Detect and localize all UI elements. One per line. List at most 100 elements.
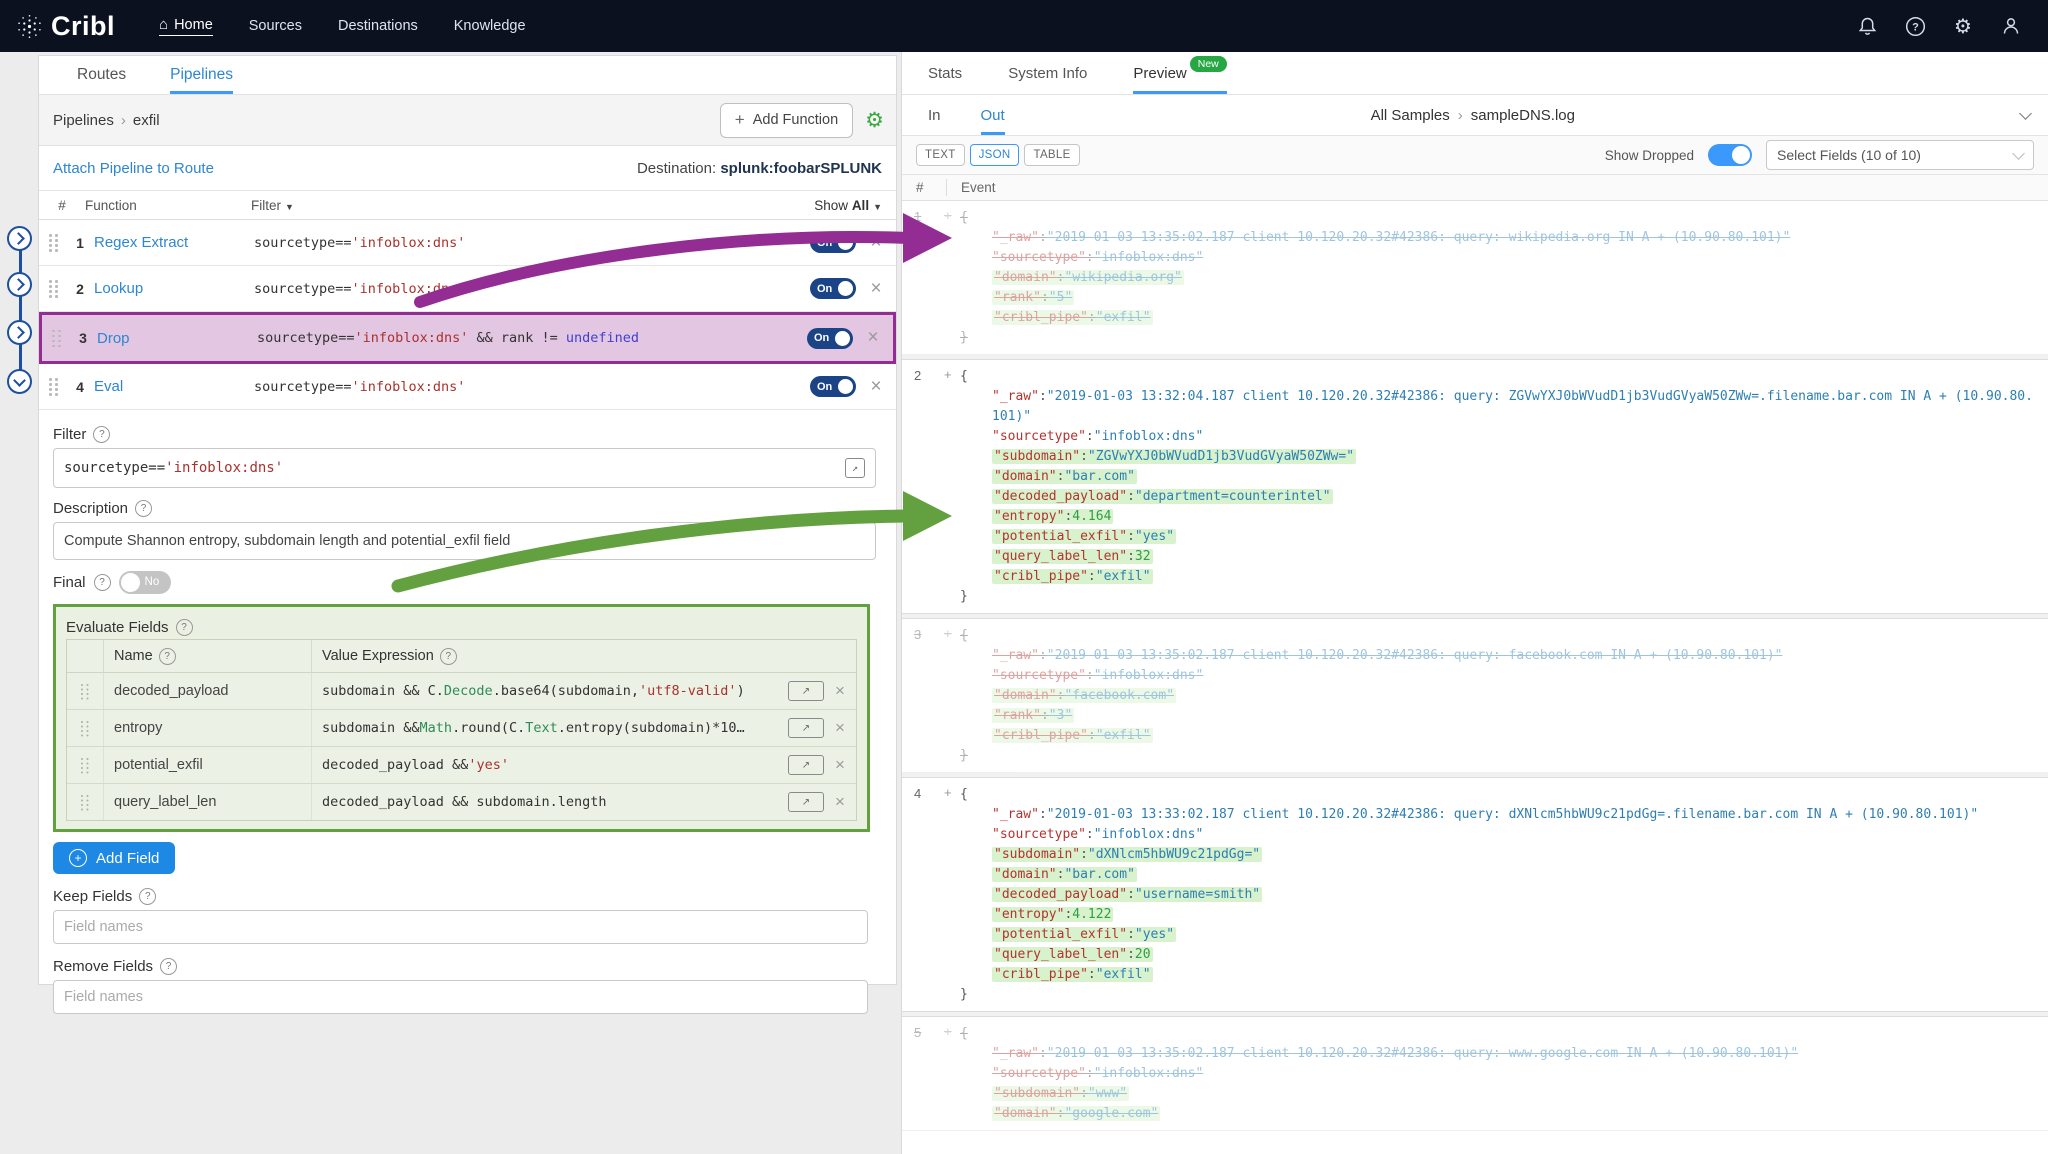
field-key: "cribl_pipe" <box>994 728 1088 743</box>
nav-item-sources[interactable]: Sources <box>249 18 302 34</box>
expand-editor-icon[interactable]: ↗ <box>788 681 824 701</box>
field-key: "query_label_len" <box>994 549 1127 564</box>
tab-in[interactable]: In <box>928 95 941 135</box>
help-circle-icon[interactable]: ? <box>440 648 457 665</box>
filter-column-header[interactable]: Filter▼ <box>251 198 814 213</box>
field-value-expression[interactable]: subdomain && C.Decode.base64(subdomain, … <box>311 673 788 709</box>
drag-handle-icon[interactable] <box>81 684 90 699</box>
show-all-dropdown[interactable]: Show All▼ <box>814 198 882 213</box>
remove-function-icon[interactable]: × <box>853 327 893 349</box>
expand-editor-icon[interactable]: ↗ <box>788 718 824 738</box>
tab-stats[interactable]: Stats <box>928 52 962 94</box>
event-row[interactable]: 5+{"_raw":"2019-01-03 13:35:02.187 clien… <box>902 1017 2048 1131</box>
function-collapse-chevron-2[interactable] <box>7 272 32 297</box>
event-row[interactable]: 1+{"_raw":"2019-01-03 13:35:02.187 clien… <box>902 201 2048 355</box>
notifications-bell-icon[interactable] <box>1856 15 1878 37</box>
remove-field-icon[interactable]: × <box>824 755 856 775</box>
add-function-button[interactable]: + Add Function <box>720 103 853 138</box>
remove-function-icon[interactable]: × <box>856 278 896 300</box>
remove-function-icon[interactable]: × <box>856 376 896 398</box>
nav-item-destinations[interactable]: Destinations <box>338 18 418 34</box>
drag-handle-icon[interactable] <box>52 330 63 347</box>
help-icon[interactable]: ? <box>1904 15 1926 37</box>
event-row[interactable]: 3+{"_raw":"2019-01-03 13:35:02.187 clien… <box>902 619 2048 773</box>
description-input[interactable]: Compute Shannon entropy, subdomain lengt… <box>53 522 876 560</box>
drag-handle-icon[interactable] <box>81 758 90 773</box>
help-circle-icon[interactable]: ? <box>139 888 156 905</box>
pipeline-settings-gear-icon[interactable]: ⚙ <box>865 108 884 132</box>
expand-editor-icon[interactable]: ↗ <box>788 792 824 812</box>
function-collapse-chevron-3[interactable] <box>7 320 32 345</box>
drag-handle-icon[interactable] <box>81 795 90 810</box>
function-name-link[interactable]: Lookup <box>94 280 254 297</box>
remove-field-icon[interactable]: × <box>824 792 856 812</box>
add-field-button[interactable]: + Add Field <box>53 842 175 874</box>
function-name-link[interactable]: Drop <box>97 330 257 347</box>
help-circle-icon[interactable]: ? <box>159 648 176 665</box>
function-expand-chevron-4[interactable] <box>7 369 32 394</box>
drag-handle-icon[interactable] <box>81 721 90 736</box>
nav-item-home[interactable]: ⌂ Home <box>159 17 213 36</box>
field-value-expression[interactable]: subdomain && Math.round(C.Text.entropy(s… <box>311 710 788 746</box>
expand-event-icon[interactable]: + <box>944 785 952 800</box>
show-dropped-toggle[interactable] <box>1708 144 1752 166</box>
attach-pipeline-link[interactable]: Attach Pipeline to Route <box>53 160 214 177</box>
event-row[interactable]: 2+{"_raw":"2019-01-03 13:32:04.187 clien… <box>902 360 2048 614</box>
field-name: decoded_payload <box>103 673 311 709</box>
expand-editor-icon[interactable]: ↗ <box>788 755 824 775</box>
field-value-expression[interactable]: decoded_payload && 'yes' <box>311 747 788 783</box>
mode-table-button[interactable]: TABLE <box>1024 144 1079 166</box>
toggle-knob <box>838 235 853 250</box>
function-on-toggle[interactable]: On <box>810 278 856 299</box>
function-on-toggle[interactable]: On <box>807 328 853 349</box>
keep-fields-input[interactable] <box>53 910 868 944</box>
remove-field-icon[interactable]: × <box>824 718 856 738</box>
expand-editor-icon[interactable]: ↗ <box>845 458 865 478</box>
function-row-regex-extract[interactable]: 1Regex Extractsourcetype=='infoblox:dns'… <box>39 220 896 266</box>
drag-handle-icon[interactable] <box>49 234 60 251</box>
drag-handle-icon[interactable] <box>49 280 60 297</box>
function-row-eval[interactable]: 4Evalsourcetype=='infoblox:dns'On× <box>39 364 896 410</box>
function-collapse-chevron-1[interactable] <box>7 226 32 251</box>
help-circle-icon[interactable]: ? <box>94 574 111 591</box>
nav-item-knowledge[interactable]: Knowledge <box>454 18 526 34</box>
tab-routes[interactable]: Routes <box>77 56 126 94</box>
field-value: 4.122 <box>1072 907 1111 922</box>
mode-json-button[interactable]: JSON <box>970 144 1020 166</box>
expand-event-icon[interactable]: + <box>944 1024 952 1039</box>
sample-selector[interactable]: All Samples › sampleDNS.log <box>1371 107 2030 124</box>
settings-gear-icon[interactable]: ⚙ <box>1952 15 1974 37</box>
tab-out[interactable]: Out <box>981 95 1005 135</box>
function-name-link[interactable]: Eval <box>94 378 254 395</box>
final-toggle[interactable]: No <box>119 571 171 594</box>
function-row-lookup[interactable]: 2Lookupsourcetype=='infoblox:dns'On× <box>39 266 896 312</box>
cribl-logo[interactable]: Cribl <box>16 11 115 42</box>
function-row-drop[interactable]: 3Dropsourcetype=='infoblox:dns' && rank … <box>39 312 896 364</box>
expand-event-icon[interactable]: + <box>944 208 952 223</box>
field-value-expression[interactable]: decoded_payload && subdomain.length <box>311 784 788 820</box>
function-name-link[interactable]: Regex Extract <box>94 234 254 251</box>
tab-preview[interactable]: Preview New <box>1133 52 1226 94</box>
tab-system-info[interactable]: System Info <box>1008 52 1087 94</box>
help-circle-icon[interactable]: ? <box>135 500 152 517</box>
event-row[interactable]: 4+{"_raw":"2019-01-03 13:33:02.187 clien… <box>902 778 2048 1012</box>
drag-handle-icon[interactable] <box>49 378 60 395</box>
event-number: 2 <box>914 368 921 383</box>
user-account-icon[interactable] <box>2000 15 2022 37</box>
filter-expression-input[interactable]: sourcetype=='infoblox:dns' ↗ <box>53 448 876 488</box>
breadcrumb-parent[interactable]: Pipelines <box>53 112 114 129</box>
tab-pipelines[interactable]: Pipelines <box>170 56 233 94</box>
remove-field-icon[interactable]: × <box>824 681 856 701</box>
help-circle-icon[interactable]: ? <box>160 958 177 975</box>
remove-fields-input[interactable] <box>53 980 868 1014</box>
function-on-toggle[interactable]: On <box>810 232 856 253</box>
expand-event-icon[interactable]: + <box>944 367 952 382</box>
help-circle-icon[interactable]: ? <box>176 619 193 636</box>
help-circle-icon[interactable]: ? <box>93 426 110 443</box>
remove-function-icon[interactable]: × <box>856 232 896 254</box>
function-on-toggle[interactable]: On <box>810 376 856 397</box>
expand-event-icon[interactable]: + <box>944 626 952 641</box>
select-fields-dropdown[interactable]: Select Fields (10 of 10) <box>1766 140 2034 170</box>
mode-text-button[interactable]: TEXT <box>916 144 965 166</box>
function-rows: 1Regex Extractsourcetype=='infoblox:dns'… <box>39 220 896 410</box>
